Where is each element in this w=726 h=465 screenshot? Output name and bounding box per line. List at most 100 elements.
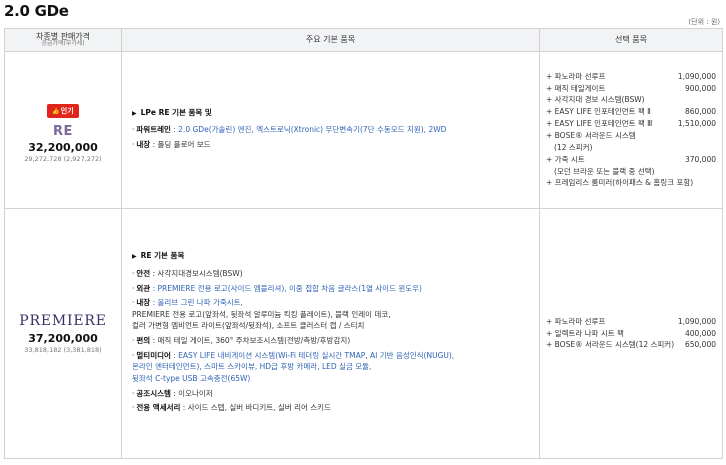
feature-text: : 폴딩 플로어 보드: [150, 139, 211, 149]
feature-label: 내장: [136, 298, 151, 308]
feature-text-cont: 뒷좌석 C-type USB 고속충전(65W): [132, 373, 251, 383]
features-head: ▶ RE 기본 품목: [132, 250, 529, 262]
popular-badge-label: 인기: [60, 106, 74, 115]
option-item: + BOSE® 서라운드 시스템(12 스피커) 650,000: [546, 339, 716, 351]
option-price: 400,000: [684, 328, 716, 338]
option-name: + 프레임리스 룸미러(하이패스 & 홈링크 포함): [546, 178, 694, 188]
header-price-sub: 공급가액(부가세): [41, 40, 85, 48]
feature-text: : PREMIERE 전용 로고(사이드 엠블리셔), 이중 접합 차음 글라스…: [150, 283, 422, 293]
option-price: 1,090,000: [677, 71, 716, 81]
feature-label: 안전: [136, 268, 151, 278]
feature-line: · 전용 액세서리 : 사이드 스텝, 실버 바디키트, 실버 리어 스키드: [132, 402, 529, 414]
feature-text: : 이오나이저: [170, 388, 213, 398]
feature-label: 전용 액세서리: [136, 403, 181, 413]
option-price: 900,000: [684, 83, 716, 93]
feature-line: · 내장 : 올리브 그린 나파 가죽시트, PREMIERE 전용 로고(앞좌석…: [132, 297, 529, 332]
trim-price-sub: 29,272,728 (2,927,272): [24, 154, 102, 163]
features-cell-premiere: ▶ RE 기본 품목 · 안전 : 사각지대경보시스템(BSW) · 외관 : PRE…: [121, 208, 540, 459]
bullet-icon: ·: [132, 283, 135, 293]
page-title: 2.0 GDe: [4, 2, 69, 20]
feature-text-cont: 온라인 엔터테인먼트), 스마트 스카이뷰, HD급 후방 카메라, LED 실…: [132, 362, 372, 372]
option-item: + 프레임리스 룸미러(하이패스 & 홈링크 포함): [546, 177, 716, 189]
option-note: (12 스피커): [546, 142, 716, 154]
option-name: + 일렉트라 나파 시트 팩: [546, 328, 624, 338]
option-item: + EASY LIFE 인포테인먼트 팩 Ⅱ 860,000: [546, 106, 716, 118]
feature-line: · 외관 : PREMIERE 전용 로고(사이드 엠블리셔), 이중 접합 차음…: [132, 283, 529, 295]
feature-label: 멀티미디어: [136, 350, 171, 360]
table-header-row: 차종별 판매가격 공급가액(부가세) 주요 기본 품목 선택 품목: [4, 28, 723, 52]
option-name: + 파노라마 선루프: [546, 71, 606, 81]
trim-name: RE: [53, 123, 73, 139]
option-name: + 가죽 시트: [546, 154, 585, 164]
trim-row-premiere: PREMIERE 37,200,000 33,818,182 (3,381,81…: [4, 208, 723, 459]
header-features: 주요 기본 품목: [121, 28, 540, 52]
feature-text-cont: PREMIERE 전용 로고(앞좌석, 뒷좌석 알루미늄 킥킹 플레이트), 블…: [132, 309, 391, 319]
trim-price: 32,200,000: [28, 140, 98, 154]
option-item: + 가죽 시트 370,000: [546, 154, 716, 166]
bullet-icon: ·: [132, 125, 135, 135]
option-price: 370,000: [684, 154, 716, 164]
option-name: + 매직 테일게이트: [546, 83, 606, 93]
bullet-icon: ·: [132, 268, 135, 278]
feature-text: : 사각지대경보시스템(BSW): [150, 268, 243, 278]
unit-note: (단위 : 원): [688, 18, 720, 26]
bullet-icon: ·: [132, 139, 135, 149]
trim-price-sub: 33,818,182 (3,381,818): [24, 346, 102, 354]
option-price: 650,000: [684, 340, 716, 350]
option-name: + BOSE® 서라운드 시스템: [546, 131, 636, 140]
feature-text: : 올리브 그린 나파 가죽시트,: [150, 298, 243, 308]
option-note: (모던 브라운 또는 블랙 중 선택): [546, 166, 716, 178]
popular-badge: 👍인기: [47, 103, 79, 118]
features-head-text: RE 기본 품목: [140, 251, 185, 261]
option-price: 1,090,000: [677, 316, 716, 326]
feature-line: · 편의 : 매직 테일 게이트, 360° 주차보조시스템(전방/측방/후방감지…: [132, 335, 529, 347]
options-cell-re: + 파노라마 선루프 1,090,000 + 매직 테일게이트 900,000 + …: [539, 51, 723, 209]
feature-line: · 공조시스템 : 이오나이저: [132, 388, 529, 400]
option-name: + 사각지대 경보 시스템(BSW): [546, 95, 645, 105]
option-item: + EASY LIFE 인포테인먼트 팩 Ⅲ 1,510,000: [546, 118, 716, 130]
bullet-icon: ·: [132, 350, 135, 360]
option-price: 860,000: [684, 107, 716, 117]
bullet-icon: ·: [132, 298, 135, 308]
option-name: + EASY LIFE 인포테인먼트 팩 Ⅲ: [546, 119, 653, 129]
trim-row-re: 👍인기 RE 32,200,000 29,272,728 (2,927,272)…: [4, 51, 723, 209]
triangle-icon: ▶: [132, 253, 137, 261]
trim-price: 37,200,000: [28, 332, 98, 345]
option-price: 1,510,000: [677, 119, 716, 129]
feature-text: : 매직 테일 게이트, 360° 주차보조시스템(전방/측방/후방감지): [150, 336, 351, 345]
features-head: ▶ LPe RE 기본 품목 및: [132, 107, 529, 119]
bullet-icon: ·: [132, 388, 135, 398]
triangle-icon: ▶: [132, 109, 137, 117]
option-item: + 일렉트라 나파 시트 팩 400,000: [546, 328, 716, 340]
feature-line: · 멀티미디어 : EASY LIFE 내비게이션 시스템(Wi-Fi 테더링 실…: [132, 350, 529, 385]
option-item: + 파노라마 선루프 1,090,000: [546, 71, 716, 83]
feature-text: : 2.0 GDe(가솔린) 엔진, 엑스트로닉(Xtronic) 무단변속기(…: [170, 125, 447, 135]
feature-label: 파워트레인: [136, 125, 171, 135]
thumbs-up-icon: 👍: [52, 107, 60, 115]
price-table: 차종별 판매가격 공급가액(부가세) 주요 기본 품목 선택 품목 👍인기 RE…: [4, 28, 723, 459]
features-head-text: LPe RE 기본 품목 및: [140, 107, 212, 117]
options-cell-premiere: + 파노라마 선루프 1,090,000 + 일렉트라 나파 시트 팩 400,00…: [539, 208, 723, 459]
features-cell-re: ▶ LPe RE 기본 품목 및 · 파워트레인 : 2.0 GDe(가솔린) 엔진…: [121, 51, 540, 209]
option-item: + 매직 테일게이트 900,000: [546, 83, 716, 95]
option-name: + 파노라마 선루프: [546, 316, 606, 326]
feature-line: · 파워트레인 : 2.0 GDe(가솔린) 엔진, 엑스트로닉(Xtronic)…: [132, 124, 529, 136]
option-item: + 파노라마 선루프 1,090,000: [546, 316, 716, 328]
bullet-icon: ·: [132, 336, 135, 345]
option-note-text: (12 스피커): [554, 142, 593, 152]
feature-text: : 사이드 스텝, 실버 바디키트, 실버 리어 스키드: [180, 403, 331, 413]
feature-label: 내장: [136, 139, 151, 149]
feature-line: · 안전 : 사각지대경보시스템(BSW): [132, 268, 529, 280]
option-note-text: (모던 브라운 또는 블랙 중 선택): [554, 166, 655, 176]
feature-text: : EASY LIFE 내비게이션 시스템(Wi-Fi 테더링 실시간 TMAP…: [170, 350, 455, 360]
feature-label: 외관: [136, 283, 151, 293]
feature-text-cont: 컬러 가변형 엠비언트 라이트(앞좌석/뒷좌석), 소프트 클러스터 캡 / 스…: [132, 321, 365, 331]
header-price: 차종별 판매가격 공급가액(부가세): [4, 28, 122, 52]
option-name: + EASY LIFE 인포테인먼트 팩 Ⅱ: [546, 107, 651, 117]
feature-label: 공조시스템: [136, 388, 171, 398]
trim-cell-premiere: PREMIERE 37,200,000 33,818,182 (3,381,81…: [4, 208, 122, 459]
option-item: + BOSE® 서라운드 시스템: [546, 130, 716, 142]
feature-line: · 내장 : 폴딩 플로어 보드: [132, 139, 529, 151]
trim-cell-re: 👍인기 RE 32,200,000 29,272,728 (2,927,272): [4, 51, 122, 209]
option-name: + BOSE® 서라운드 시스템(12 스피커): [546, 340, 675, 350]
